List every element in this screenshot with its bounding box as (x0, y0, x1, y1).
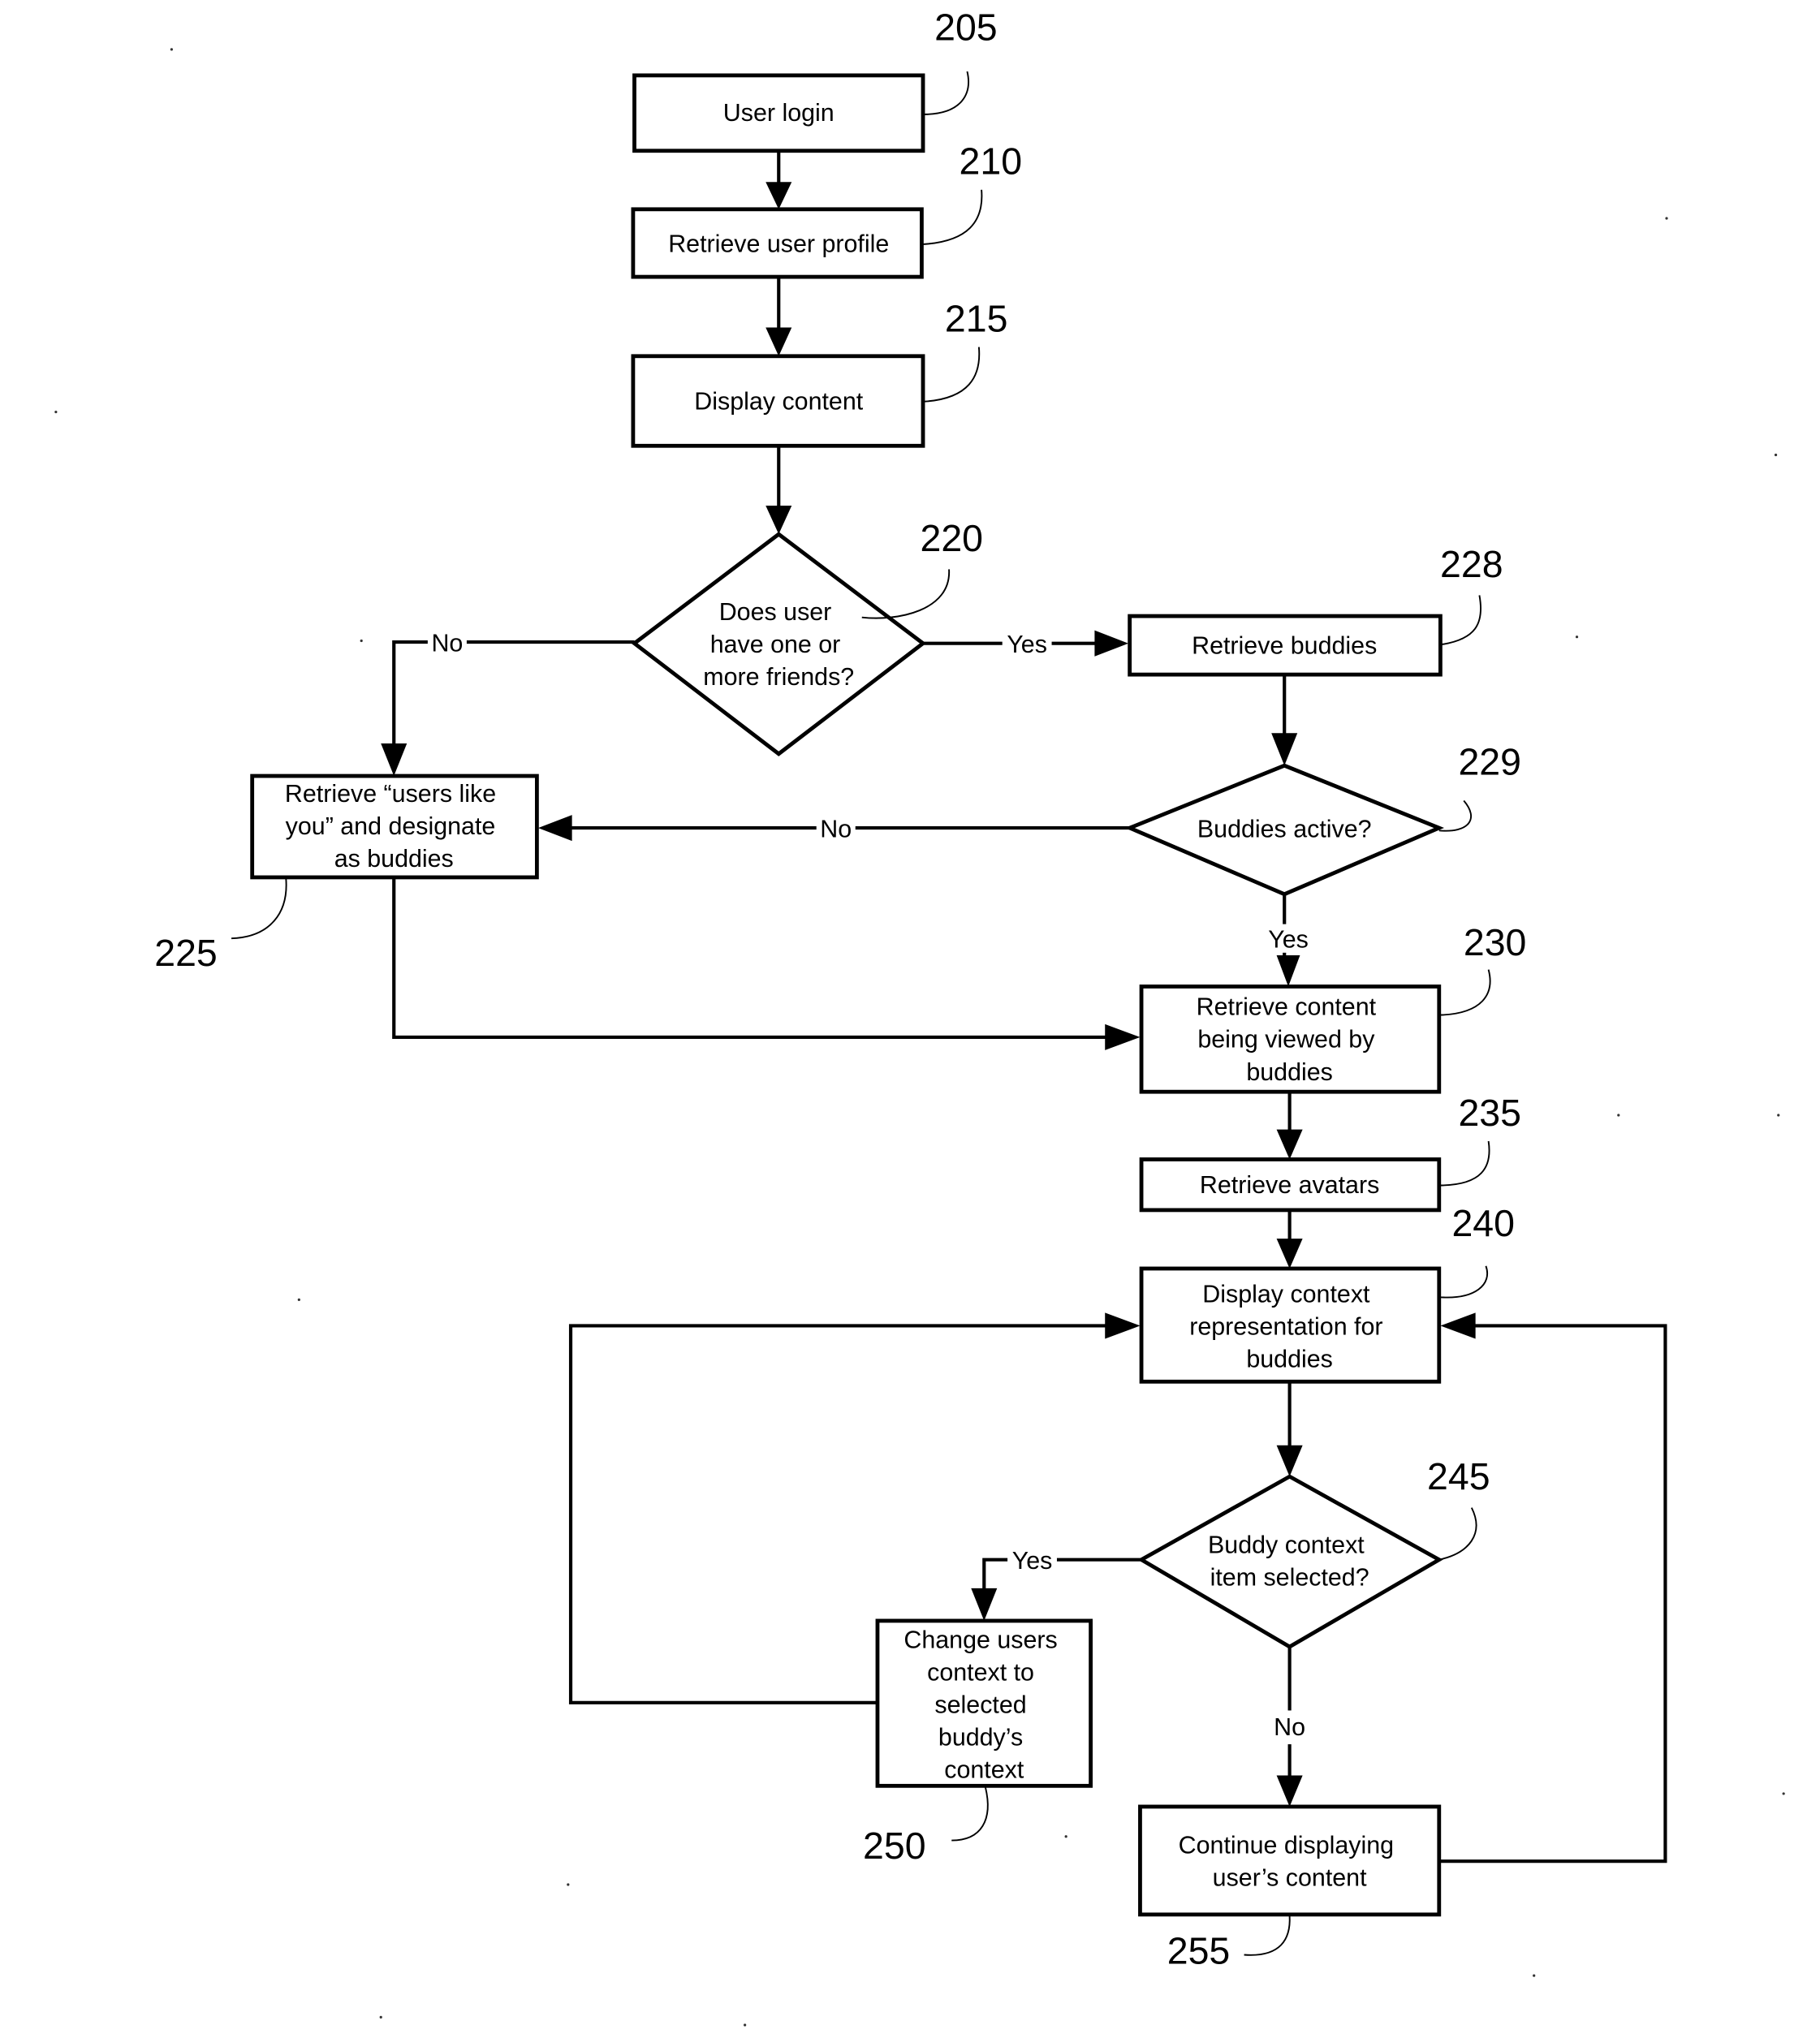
node-210: Retrieve user profile (631, 207, 924, 279)
node-228: Retrieve buddies (1128, 614, 1443, 677)
ref-label-210: 210 (960, 140, 1022, 183)
process-box-255 (1138, 1804, 1442, 1917)
leader-215 (922, 347, 981, 403)
ref-label-250: 250 (863, 1825, 925, 1867)
node-235: Retrieve avatars (1139, 1157, 1442, 1213)
node-225: Retrieve “users like you” and designate … (250, 773, 539, 880)
arrowhead-245-250 (971, 1588, 998, 1621)
leader-225 (231, 878, 287, 940)
ref-label-240: 240 (1451, 1202, 1514, 1244)
edge-label-220-no: No (431, 629, 463, 657)
arrowhead-240-245 (1276, 1445, 1303, 1477)
ref-label-228: 228 (1440, 543, 1503, 585)
ref-label-215: 215 (945, 297, 1007, 339)
leader-235 (1438, 1140, 1490, 1187)
arrowhead-210-215 (766, 327, 792, 356)
leader-240 (1438, 1265, 1488, 1299)
arrowhead-229-225 (537, 815, 572, 842)
leader-228 (1440, 595, 1482, 646)
arrowhead-235-240 (1276, 1239, 1303, 1269)
node-235-text: Retrieve avatars (1200, 1171, 1379, 1199)
ref-label-235: 235 (1458, 1092, 1520, 1134)
ref-label-220: 220 (921, 517, 983, 559)
node-229-text: Buddies active? (1197, 815, 1372, 842)
leader-229 (1438, 799, 1473, 832)
edge-255-240 (1438, 1324, 1667, 1863)
leader-245 (1438, 1507, 1477, 1561)
edge-label-245-no: No (1274, 1713, 1305, 1741)
ref-label-230: 230 (1464, 921, 1526, 963)
node-240: Display context representation for buddi… (1139, 1266, 1442, 1384)
leader-230 (1438, 969, 1491, 1016)
connectors (381, 150, 1667, 1863)
ref-label-225: 225 (154, 932, 217, 974)
arrowhead-205-210 (766, 182, 792, 209)
node-245: Buddy context item selected? (1137, 1474, 1443, 1649)
leader-250 (951, 1786, 989, 1842)
node-205-text: User login (723, 99, 835, 127)
ref-label-245: 245 (1427, 1455, 1490, 1497)
edge-label-229-no: No (820, 815, 852, 842)
arrowhead-220-228 (1094, 630, 1129, 657)
arrowhead-228-229 (1271, 733, 1298, 766)
arrowhead-245-255 (1276, 1775, 1303, 1807)
node-228-text: Retrieve buddies (1192, 632, 1377, 660)
node-229: Buddies active? (1124, 763, 1445, 897)
ref-label-205: 205 (934, 6, 997, 49)
arrowhead-215-220 (766, 505, 792, 535)
leader-255 (1244, 1915, 1291, 1956)
arrowhead-229-230 (1276, 955, 1300, 987)
arrowhead-225-230 (1105, 1023, 1141, 1050)
leader-210 (921, 189, 983, 246)
arrowhead-250-240 (1105, 1312, 1141, 1339)
flowchart-canvas: Yes No No Yes Yes No User login Retrieve… (54, 6, 1785, 2027)
node-205: User login (632, 73, 925, 153)
node-220-text: Does user have one or more friends? (703, 598, 854, 691)
node-220: Does user have one or more friends? (631, 532, 926, 756)
arrowhead-255-240 (1440, 1312, 1476, 1339)
edge-220-225 (392, 640, 635, 754)
node-255: Continue displaying user’s content (1138, 1804, 1442, 1917)
node-215: Display content (631, 354, 925, 448)
edge-225-230 (392, 877, 1116, 1040)
arrowhead-220-225 (381, 743, 408, 777)
node-250: Change users context to selected buddy’s… (875, 1618, 1093, 1788)
node-210-text: Retrieve user profile (668, 231, 889, 258)
ref-label-229: 229 (1458, 740, 1520, 782)
leader-205 (923, 71, 969, 115)
node-215-text: Display content (694, 387, 863, 415)
arrowhead-230-235 (1276, 1129, 1303, 1160)
node-230: Retrieve content being viewed by buddies (1139, 985, 1442, 1094)
ref-label-255: 255 (1167, 1930, 1230, 1972)
edge-label-245-yes: Yes (1012, 1547, 1053, 1575)
edge-label-220-yes: Yes (1007, 631, 1047, 658)
edge-label-229-yes: Yes (1268, 925, 1309, 953)
decision-diamond-245 (1137, 1474, 1443, 1649)
